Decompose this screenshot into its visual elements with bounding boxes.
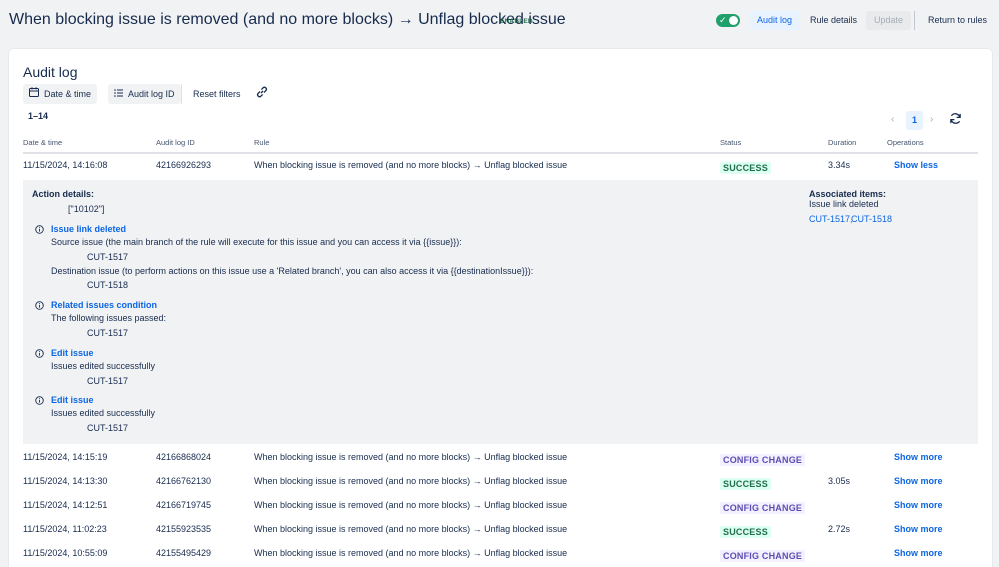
chevron-right-icon[interactable]: › — [930, 114, 933, 125]
status-badge: SUCCESS — [720, 478, 771, 490]
reset-filters-button[interactable]: Reset filters — [187, 84, 247, 104]
row-rule: When blocking issue is removed (and no m… — [254, 452, 568, 462]
log-item-title[interactable]: Edit issue — [51, 348, 94, 358]
info-icon — [35, 349, 44, 358]
row-date: 11/15/2024, 14:13:30 — [23, 476, 108, 486]
row-date: 11/15/2024, 10:55:09 — [23, 548, 108, 558]
status-badge: SUCCESS — [720, 162, 771, 174]
audit-log-id-filter-label: Audit log ID — [128, 89, 175, 99]
column-header-date[interactable]: Date & time — [23, 138, 62, 147]
row-rule: When blocking issue is removed (and no m… — [254, 160, 568, 170]
row-rule: When blocking issue is removed (and no m… — [254, 548, 568, 558]
table-row: 11/15/2024, 11:02:23 42155923535 When bl… — [23, 519, 978, 541]
log-item-line: Issues edited successfully — [51, 408, 156, 418]
link-icon[interactable] — [255, 85, 269, 101]
status-badge: SUCCESS — [720, 526, 771, 538]
show-more-button[interactable]: Show more — [894, 476, 943, 486]
row-duration: 3.05s — [828, 476, 851, 486]
row-duration: 3.34s — [828, 160, 851, 170]
status-badge: CONFIG CHANGE — [720, 454, 806, 466]
info-icon — [35, 301, 44, 310]
enabled-badge: ENABLED — [500, 18, 533, 25]
row-rule: When blocking issue is removed (and no m… — [254, 476, 568, 486]
status-badge: CONFIG CHANGE — [720, 502, 806, 514]
show-more-button[interactable]: Show more — [894, 500, 943, 510]
row-id: 42166926293 — [156, 160, 212, 170]
column-header-id[interactable]: Audit log ID — [156, 138, 195, 147]
row-duration: 2.72s — [828, 524, 851, 534]
audit-log-button[interactable]: Audit log — [749, 11, 801, 30]
page-title: When blocking issue is removed (and no m… — [9, 11, 566, 28]
show-more-button[interactable]: Show more — [894, 548, 943, 558]
list-icon — [114, 84, 123, 104]
check-icon: ✓ — [719, 15, 727, 25]
log-item-line: The following issues passed: — [51, 313, 167, 323]
show-more-button[interactable]: Show more — [894, 452, 943, 462]
page-1-button[interactable]: 1 — [906, 111, 923, 130]
date-time-filter-button[interactable]: Date & time — [23, 84, 98, 104]
table-row: 11/15/2024, 14:12:51 42166719745 When bl… — [23, 495, 978, 517]
table-row: 11/15/2024, 14:13:30 42166762130 When bl… — [23, 471, 978, 493]
log-item-title[interactable]: Edit issue — [51, 395, 94, 405]
log-item-issue: CUT-1518 — [87, 280, 129, 290]
row-date: 11/15/2024, 11:02:23 — [23, 524, 107, 534]
header-divider-line — [23, 152, 978, 154]
log-item-issue: CUT-1517 — [87, 423, 129, 433]
date-time-filter-label: Date & time — [44, 89, 92, 99]
log-item-issue: CUT-1517 — [87, 328, 129, 338]
return-to-rules-button[interactable]: Return to rules — [920, 11, 995, 30]
column-header-rule[interactable]: Rule — [254, 138, 269, 147]
rule-details-button[interactable]: Rule details — [802, 11, 865, 30]
calendar-icon — [29, 84, 39, 104]
info-icon — [35, 225, 44, 234]
log-item-title[interactable]: Issue link deleted — [51, 224, 126, 234]
filter-divider — [181, 84, 182, 104]
rule-enabled-toggle[interactable]: ✓ — [716, 14, 740, 27]
row-id: 42155495429 — [156, 548, 212, 558]
card-title: Audit log — [23, 64, 78, 80]
row-date: 11/15/2024, 14:16:08 — [23, 160, 108, 170]
table-row: 11/15/2024, 10:55:09 42155495429 When bl… — [23, 543, 978, 565]
audit-log-card: Audit log Date & time Audit log ID Reset… — [9, 49, 992, 567]
header-divider — [914, 11, 915, 30]
table-row: 11/15/2024, 14:15:19 42166868024 When bl… — [23, 447, 978, 469]
row-id: 42166719745 — [156, 500, 212, 510]
associated-item-link[interactable]: CUT-1517, — [809, 214, 853, 224]
row-date: 11/15/2024, 14:12:51 — [23, 500, 108, 510]
show-less-button[interactable]: Show less — [894, 160, 938, 170]
row-id: 42166762130 — [156, 476, 212, 486]
log-item-line: Source issue (the main branch of the rul… — [51, 237, 462, 247]
row-date: 11/15/2024, 14:15:19 — [23, 452, 108, 462]
log-item-line: Destination issue (to perform actions on… — [51, 266, 534, 276]
row-id: 42155923535 — [156, 524, 212, 534]
row-details-panel: Action details: ["10102"] Associated ite… — [23, 180, 978, 444]
show-more-button[interactable]: Show more — [894, 524, 943, 534]
column-header-operations: Operations — [887, 138, 924, 147]
page-header: When blocking issue is removed (and no m… — [0, 0, 999, 44]
toggle-knob — [729, 16, 738, 25]
row-id: 42166868024 — [156, 452, 212, 462]
update-button[interactable]: Update — [866, 11, 912, 30]
row-rule: When blocking issue is removed (and no m… — [254, 524, 568, 534]
table-row: 11/15/2024, 14:16:08 42166926293 When bl… — [23, 155, 978, 177]
associated-item-link[interactable]: CUT-1518 — [851, 214, 892, 224]
result-count: 1–14 — [28, 111, 49, 121]
associated-items-subtitle: Issue link deleted — [809, 199, 879, 209]
associated-items-label: Associated items: — [809, 189, 887, 199]
row-rule: When blocking issue is removed (and no m… — [254, 500, 568, 510]
chevron-left-icon[interactable]: ‹ — [891, 114, 894, 125]
log-item-issue: CUT-1517 — [87, 252, 129, 262]
column-header-duration[interactable]: Duration — [828, 138, 856, 147]
column-header-status[interactable]: Status — [720, 138, 741, 147]
action-details-label: Action details: — [32, 189, 95, 199]
refresh-icon[interactable] — [949, 112, 965, 128]
log-item-issue: CUT-1517 — [87, 376, 129, 386]
log-item-title[interactable]: Related issues condition — [51, 300, 157, 310]
audit-log-id-filter-button[interactable]: Audit log ID — [108, 84, 181, 104]
status-badge: CONFIG CHANGE — [720, 550, 806, 562]
log-item-line: Issues edited successfully — [51, 361, 156, 371]
info-icon — [35, 396, 44, 405]
action-details-value: ["10102"] — [68, 204, 105, 214]
